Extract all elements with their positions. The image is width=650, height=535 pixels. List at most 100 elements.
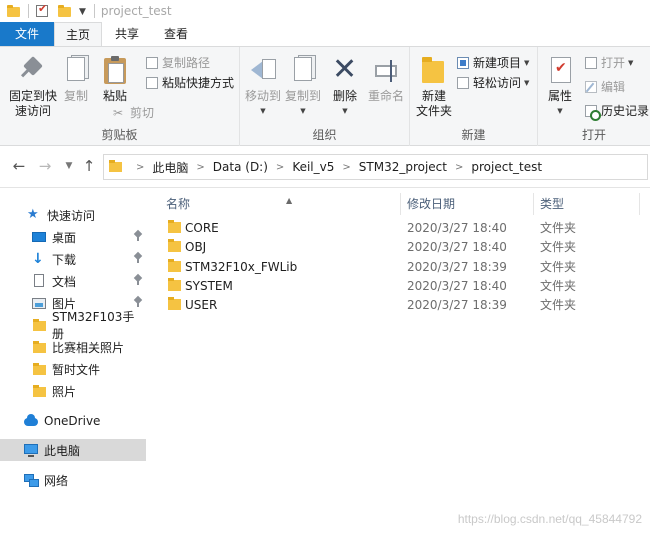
nav-item-stm32-manual[interactable]: STM32F103手册 <box>0 310 146 341</box>
file-type: 文件夹 <box>540 240 577 254</box>
folder-icon <box>32 362 46 376</box>
pin-quick-access-button[interactable]: 固定到快 速访问 <box>6 55 60 119</box>
new-folder-label: 新建 文件夹 <box>415 89 452 118</box>
forward-arrow-icon[interactable]: → <box>37 158 53 174</box>
edit-label: 编辑 <box>601 80 626 94</box>
pin-quick-access-label: 固定到快 速访问 <box>8 89 57 118</box>
rename-button[interactable]: 重命名 <box>366 55 406 104</box>
breadcrumb-separator-icon[interactable]: > <box>342 162 350 173</box>
nav-item-competition-photos[interactable]: 比赛相关照片 <box>0 336 146 358</box>
address-bar[interactable]: > 此电脑 > Data (D:) > Keil_v5 > STM32_proj… <box>103 154 648 180</box>
open-button[interactable]: 打开 ▼ <box>584 54 633 72</box>
new-item-caret-icon: ▼ <box>524 59 530 67</box>
tab-share[interactable]: 共享 <box>104 22 150 46</box>
nav-item-quick-access[interactable]: ★ 快速访问 <box>0 204 146 226</box>
copy-path-button[interactable]: 复制路径 <box>145 54 210 72</box>
organize-group: 移动到 ▼ 复制到 ▼ ✕ 删除 ▼ 重命名 组织 <box>240 47 410 146</box>
file-date: 2020/3/27 18:40 <box>407 279 507 293</box>
copy-button[interactable]: 复制 <box>60 55 92 104</box>
properties-quick-icon[interactable] <box>35 2 51 18</box>
nav-item-this-pc[interactable]: 此电脑 <box>0 439 146 461</box>
clipboard-icon <box>100 55 130 85</box>
breadcrumb-stm32-project[interactable]: STM32_project <box>359 160 447 174</box>
new-folder-button[interactable]: 新建 文件夹 <box>414 55 454 119</box>
column-header-type[interactable]: 类型 <box>534 193 639 215</box>
breadcrumb-separator-icon[interactable]: > <box>196 162 204 173</box>
new-item-button[interactable]: 新建项目 ▼ <box>456 54 529 72</box>
file-list: ▲ 名称 修改日期 类型 CORE 2020/3/27 18:40 文件夹 OB… <box>150 188 650 535</box>
table-row[interactable]: USER 2020/3/27 18:39 文件夹 <box>165 296 645 315</box>
breadcrumb-drive-d[interactable]: Data (D:) <box>213 160 268 174</box>
nav-item-onedrive[interactable]: OneDrive <box>0 410 146 432</box>
customize-quick-access-icon[interactable]: ▼ <box>79 7 86 17</box>
cut-button[interactable]: ✂ 剪切 <box>113 104 154 122</box>
breadcrumb-separator-icon[interactable]: > <box>455 162 463 173</box>
history-label: 历史记录 <box>601 104 650 118</box>
nav-item-downloads[interactable]: ↓ 下载 <box>0 248 146 270</box>
move-to-button[interactable]: 移动到 ▼ <box>244 55 282 119</box>
column-header-date[interactable]: 修改日期 <box>401 193 531 215</box>
paste-shortcut-button[interactable]: 粘贴快捷方式 <box>145 74 234 92</box>
clipboard-group-label: 剪贴板 <box>101 128 138 142</box>
new-item-label: 新建项目 <box>473 56 522 70</box>
open-icon <box>584 56 598 70</box>
breadcrumb-separator-icon[interactable]: > <box>276 162 284 173</box>
easy-access-icon <box>456 76 470 90</box>
breadcrumb-project-test[interactable]: project_test <box>471 160 542 174</box>
table-row[interactable]: STM32F10x_FWLib 2020/3/27 18:39 文件夹 <box>165 258 645 277</box>
file-type: 文件夹 <box>540 298 577 312</box>
edit-button[interactable]: 编辑 <box>584 78 625 96</box>
new-group-label: 新建 <box>461 128 486 142</box>
column-header-name[interactable]: ▲ 名称 <box>160 193 400 215</box>
folder-icon <box>168 220 181 233</box>
recent-locations-chevron-icon[interactable]: ▼ <box>61 158 77 174</box>
paste-shortcut-label: 粘贴快捷方式 <box>162 76 235 90</box>
table-row[interactable]: CORE 2020/3/27 18:40 文件夹 <box>165 219 645 238</box>
open-caret-icon: ▼ <box>628 59 634 67</box>
up-arrow-icon[interactable]: ↑ <box>81 158 97 174</box>
table-row[interactable]: OBJ 2020/3/27 18:40 文件夹 <box>165 238 645 257</box>
back-arrow-icon[interactable]: ← <box>11 158 27 174</box>
easy-access-caret-icon: ▼ <box>524 79 530 87</box>
copy-to-button[interactable]: 复制到 ▼ <box>284 55 322 119</box>
paste-button[interactable]: 粘贴 <box>97 55 133 104</box>
folder-icon <box>32 318 46 332</box>
open-group-label: 打开 <box>581 128 606 142</box>
navigation-pane: ★ 快速访问 桌面 ↓ 下载 文档 图片 STM32F103手册 比赛相关照片 … <box>0 188 150 535</box>
properties-button[interactable]: 属性 ▼ <box>544 55 576 119</box>
paste-shortcut-icon <box>145 76 159 90</box>
file-type: 文件夹 <box>540 279 577 293</box>
nav-item-label: 此电脑 <box>44 443 81 458</box>
breadcrumb-keil[interactable]: Keil_v5 <box>292 160 334 174</box>
nav-item-desktop[interactable]: 桌面 <box>0 226 146 248</box>
history-button[interactable]: 历史记录 <box>584 102 650 121</box>
tab-view[interactable]: 查看 <box>152 22 200 46</box>
tab-home[interactable]: 主页 <box>54 22 102 47</box>
delete-label: 删除 <box>332 89 357 103</box>
delete-button[interactable]: ✕ 删除 ▼ <box>330 55 360 119</box>
nav-item-photos[interactable]: 照片 <box>0 380 146 402</box>
nav-item-temp-files[interactable]: 暂时文件 <box>0 358 146 380</box>
move-to-label: 移动到 <box>244 89 281 103</box>
column-header-label: 修改日期 <box>407 197 456 211</box>
pin-icon <box>18 55 48 85</box>
copy-icon <box>61 55 91 85</box>
column-divider[interactable] <box>639 193 640 215</box>
star-icon: ★ <box>27 207 39 222</box>
nav-item-label: 照片 <box>52 384 77 399</box>
nav-item-documents[interactable]: 文档 <box>0 270 146 292</box>
breadcrumb-separator-icon[interactable]: > <box>136 162 144 173</box>
breadcrumb-this-pc[interactable]: 此电脑 <box>152 159 188 176</box>
tab-file[interactable]: 文件 <box>0 22 54 46</box>
nav-item-network[interactable]: 网络 <box>0 469 146 491</box>
table-row[interactable]: SYSTEM 2020/3/27 18:40 文件夹 <box>165 277 645 296</box>
nav-item-label: 网络 <box>44 473 69 488</box>
nav-item-label: OneDrive <box>44 414 101 428</box>
nav-item-label: 桌面 <box>52 230 77 245</box>
pin-icon <box>134 297 142 307</box>
easy-access-button[interactable]: 轻松访问 ▼ <box>456 74 529 92</box>
column-header-label: 名称 <box>166 197 191 211</box>
properties-caret-icon: ▼ <box>557 107 563 115</box>
new-folder-quick-icon[interactable] <box>57 4 73 18</box>
watermark: https://blog.csdn.net/qq_45844792 <box>457 512 642 526</box>
